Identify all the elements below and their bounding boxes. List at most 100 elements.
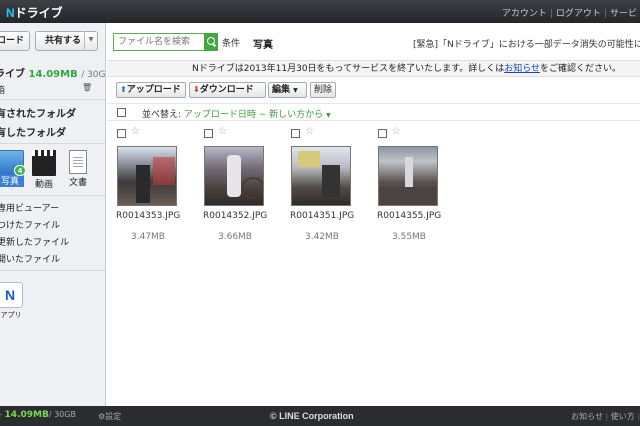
current-category-title: 写真	[253, 40, 273, 51]
upload-button[interactable]: ロード	[0, 31, 30, 51]
file-name[interactable]: R0014353.JPG	[116, 211, 180, 221]
document-icon	[69, 150, 87, 174]
star-icon[interactable]: ☆	[218, 126, 227, 137]
file-checkbox[interactable]	[291, 129, 300, 138]
search-bar: 条件 写真 [緊急]「Nドライブ」における一部データ消失の可能性に関する	[107, 23, 640, 61]
sort-label: 並べ替え:	[142, 110, 182, 120]
file-thumbnail[interactable]	[291, 146, 351, 206]
top-nav: アカウント | ログアウト | サービ	[499, 6, 640, 19]
share-button-label: 共有する	[45, 36, 82, 46]
camera-icon: 4	[0, 150, 26, 176]
file-checkbox[interactable]	[117, 129, 126, 138]
recently-opened-link[interactable]: 開いたファイル	[0, 252, 60, 265]
file-toolbar: ⬆アップロード ⬇ダウンロード 編集 ▼ 削除	[107, 79, 640, 101]
sidebar: ロード 共有する▼ ライブ 14.09MB / 30GB 箱 🗑 有されたフォル…	[0, 23, 106, 406]
file-name[interactable]: R0014351.JPG	[290, 211, 354, 221]
search-icon[interactable]	[204, 33, 218, 51]
chevron-down-icon: ▼	[326, 112, 331, 119]
starred-files-link[interactable]: つけたファイル	[0, 218, 60, 231]
upload-toolbar-label: アップロード	[126, 85, 181, 95]
app-label: アプリ	[0, 311, 22, 319]
file-type-photo[interactable]: 4 写真	[0, 150, 26, 187]
delete-toolbar-button[interactable]: 削除	[310, 82, 336, 98]
footer-quota: — 14.09MB/ 30GB	[0, 410, 76, 420]
shared-with-me-folder[interactable]: 有されたフォルダ	[0, 105, 76, 120]
file-type-document-label: 文書	[68, 178, 87, 188]
upload-arrow-icon: ⬆	[120, 85, 127, 94]
urgent-notice-link[interactable]: [緊急]「Nドライブ」における一部データ消失の可能性に関する	[413, 37, 640, 50]
recently-updated-link[interactable]: 更新したファイル	[0, 235, 69, 248]
file-checkbox[interactable]	[204, 129, 213, 138]
footer-quota-used: 14.09MB	[4, 410, 49, 420]
download-toolbar-label: ダウンロード	[199, 85, 254, 95]
top-bar: Nドライブ アカウント | ログアウト | サービ	[0, 0, 640, 23]
file-type-video[interactable]: 動画	[32, 150, 56, 190]
star-icon[interactable]: ☆	[131, 126, 140, 137]
settings-label: 設定	[105, 412, 122, 421]
divider	[0, 270, 105, 271]
file-thumbnail[interactable]	[117, 146, 177, 206]
file-type-video-label: 動画	[34, 180, 53, 190]
edit-toolbar-label: 編集	[272, 85, 291, 95]
logo-text: ドライブ	[14, 6, 63, 20]
trash-link[interactable]: 箱	[0, 83, 5, 96]
service-end-notice: Nドライブは2013年11月30日をもってサービスを終了いたします。詳しくはお知…	[107, 61, 640, 77]
file-name[interactable]: R0014355.JPG	[377, 211, 441, 221]
account-link[interactable]: アカウント	[499, 9, 550, 19]
divider	[0, 195, 105, 196]
footer-quota-total: / 30GB	[48, 410, 76, 419]
app-icon: N	[0, 282, 23, 308]
footer: — 14.09MB/ 30GB ⚙設定 © LINE Corporation お…	[0, 406, 640, 426]
divider	[0, 99, 105, 100]
share-button[interactable]: 共有する ▼	[35, 31, 98, 51]
quota-prefix: ライブ	[0, 69, 25, 80]
notice-text: Nドライブは2013年11月30日をもってサービスを終了いたします。詳しくは	[192, 64, 505, 74]
footer-separator: |	[605, 412, 609, 421]
chevron-down-icon: ▼	[293, 87, 298, 94]
copyright: © LINE Corporation	[270, 411, 354, 421]
viewer-link[interactable]: 専用ビューアー	[0, 201, 59, 214]
logo[interactable]: Nドライブ	[6, 4, 63, 21]
search-condition-link[interactable]: 条件	[222, 36, 240, 49]
select-all-checkbox[interactable]	[117, 108, 126, 117]
edit-toolbar-button[interactable]: 編集 ▼	[268, 82, 307, 98]
settings-link[interactable]: ⚙設定	[98, 411, 121, 422]
footer-news-link[interactable]: お知らせ	[571, 412, 603, 421]
divider	[0, 143, 105, 144]
file-type-document[interactable]: 文書	[66, 150, 90, 188]
star-icon[interactable]: ☆	[305, 126, 314, 137]
download-toolbar-button[interactable]: ⬇ダウンロード	[189, 82, 266, 98]
file-thumbnail[interactable]	[204, 146, 264, 206]
file-thumbnail[interactable]	[378, 146, 438, 206]
notice-link[interactable]: お知らせ	[504, 64, 540, 74]
file-size: 3.55MB	[392, 232, 426, 242]
file-size: 3.66MB	[218, 232, 252, 242]
download-arrow-icon: ⬇	[193, 85, 200, 94]
film-icon	[32, 150, 56, 176]
logo-n: N	[6, 6, 15, 20]
shared-by-me-folder[interactable]: 有したフォルダ	[0, 124, 66, 139]
storage-quota: ライブ 14.09MB / 30GB	[0, 65, 106, 80]
trash-icon[interactable]: 🗑	[82, 83, 92, 92]
sort-control[interactable]: 並べ替え: アップロード日時 − 新しい方から ▼	[142, 107, 331, 120]
logout-link[interactable]: ログアウト	[553, 9, 604, 19]
service-link[interactable]: サービ	[607, 9, 640, 19]
file-size: 3.47MB	[131, 232, 165, 242]
footer-help-link[interactable]: 使い方	[611, 412, 635, 421]
quota-used: 14.09MB	[28, 69, 78, 80]
star-icon[interactable]: ☆	[392, 126, 401, 137]
notice-suffix: をご確認ください。	[540, 64, 622, 74]
upload-toolbar-button[interactable]: ⬆アップロード	[116, 82, 186, 98]
file-size: 3.42MB	[305, 232, 339, 242]
quota-total: / 30GB	[81, 70, 106, 80]
search-input[interactable]	[113, 33, 211, 51]
file-name[interactable]: R0014352.JPG	[203, 211, 267, 221]
sort-value[interactable]: アップロード日時 − 新しい方から	[184, 110, 323, 120]
file-checkbox[interactable]	[378, 129, 387, 138]
sidebar-button-row: ロード 共有する▼	[0, 31, 105, 51]
photo-count-badge: 4	[14, 165, 26, 176]
chevron-down-icon[interactable]: ▼	[84, 31, 97, 51]
sort-bar: 並べ替え: アップロード日時 − 新しい方から ▼	[107, 103, 640, 121]
app-link[interactable]: N アプリ	[0, 282, 25, 320]
footer-links: お知らせ | 使い方 |	[571, 411, 640, 422]
